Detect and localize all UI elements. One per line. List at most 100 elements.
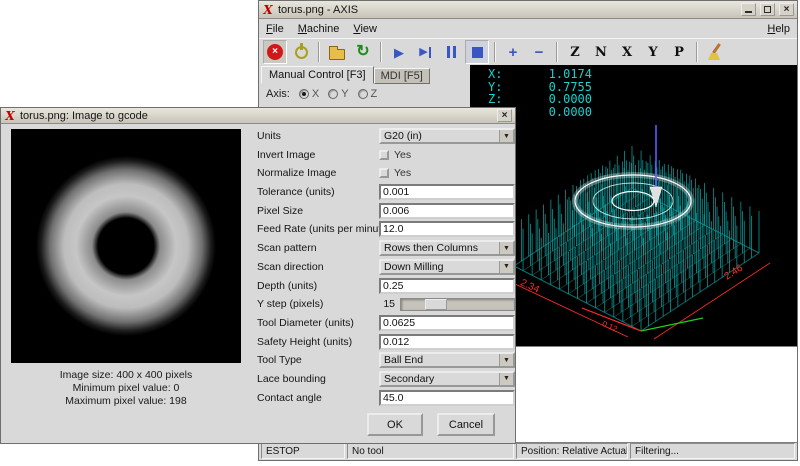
view-z-icon: Z [570,46,580,59]
menu-machine[interactable]: Machine [298,23,340,35]
estop-x-glyph: × [272,47,278,57]
lace-bounding-select[interactable]: Secondary ▼ [379,371,515,387]
zoom-in-button[interactable]: + [501,40,525,64]
field-row-tool-type: Tool Type Ball End ▼ [257,352,515,368]
minus-icon: − [535,45,544,60]
field-label: Lace bounding [257,373,379,385]
menu-help[interactable]: Help [767,23,790,35]
axis-y-label: Y [341,88,348,100]
depth-input[interactable] [379,278,515,294]
image-to-gcode-dialog: X torus.png: Image to gcode × Image size… [0,107,516,444]
pause-button[interactable] [439,40,463,64]
invert-image-checkbox[interactable] [379,150,389,160]
dialog-titlebar[interactable]: X torus.png: Image to gcode × [1,108,515,124]
power-icon [295,46,308,59]
scan-pattern-value: Rows then Columns [384,242,478,254]
field-label: Tool Type [257,354,379,366]
axis-x-label: X [312,88,319,100]
axis-window-title: torus.png - AXIS [278,4,737,16]
field-label: Depth (units) [257,280,379,292]
axis-x-radio[interactable] [299,89,309,99]
pixel-size-input[interactable] [379,203,515,219]
toolbar-separator [318,42,320,62]
reload-button[interactable]: ↻ [351,40,375,64]
axis-z-label: Z [371,88,378,100]
toolbar: × ↻ ▶ ▶ + − Z [259,38,797,65]
gcode-listing[interactable] [470,346,798,443]
preview-3d-view[interactable]: X: 1.0174 Y: 0.7755 Z: 0.0000 0.0000 2.3… [470,65,798,346]
dialog-title: torus.png: Image to gcode [20,110,493,122]
slider-handle[interactable] [425,299,447,310]
reload-icon: ↻ [356,44,369,60]
chevron-down-icon: ▼ [499,261,513,273]
stop-button[interactable] [465,40,489,64]
contact-angle-input[interactable] [379,390,515,406]
dro-4-value: 0.0000 [518,106,592,119]
units-select-value: G20 (in) [384,130,422,142]
chevron-down-icon: ▼ [499,373,513,385]
units-select[interactable]: G20 (in) ▼ [379,128,515,144]
ok-button[interactable]: OK [367,413,423,436]
tolerance-input[interactable] [379,184,515,200]
view-p-button[interactable]: P [667,40,691,64]
clear-plot-button[interactable] [703,40,727,64]
plus-icon: + [509,45,518,60]
zoom-out-button[interactable]: − [527,40,551,64]
cancel-button[interactable]: Cancel [437,413,495,436]
menu-file[interactable]: File [266,23,284,35]
scan-direction-select[interactable]: Down Milling ▼ [379,259,515,275]
field-row-units: Units G20 (in) ▼ [257,128,515,144]
view-z-button[interactable]: Z [563,40,587,64]
view-y-button[interactable]: Y [641,40,665,64]
feed-rate-input[interactable] [379,221,515,237]
toolbar-separator [494,42,496,62]
axis-titlebar[interactable]: X torus.png - AXIS × [259,1,797,19]
menubar: File Machine View Help [259,19,797,38]
source-image-preview [11,129,241,363]
notebook-tabs: Manual Control [F3] MDI [F5] [261,65,430,84]
axis-z-radio[interactable] [358,89,368,99]
stop-icon [472,47,483,58]
dialog-close-button[interactable]: × [497,109,512,122]
dro-z-label: Z: [488,93,518,106]
pause-icon [447,46,456,58]
close-button[interactable]: × [779,3,794,16]
tab-manual-control[interactable]: Manual Control [F3] [261,66,374,84]
play-icon: ▶ [394,46,404,59]
field-row-contact-angle: Contact angle [257,390,515,406]
tool-diameter-input[interactable] [379,315,515,331]
min-pixel-text: Minimum pixel value: 0 [11,382,241,395]
y-step-slider[interactable] [400,298,515,311]
view-z2-button[interactable]: N [589,40,613,64]
dro-row: X: 1.0174 [488,68,592,81]
field-label: Invert Image [257,149,379,161]
dro-x-label: X: [488,68,518,81]
menu-view[interactable]: View [353,23,377,35]
tab-mdi[interactable]: MDI [F5] [374,68,430,84]
minimize-button[interactable] [741,3,756,16]
axis-y-radio[interactable] [328,89,338,99]
run-button[interactable]: ▶ [387,40,411,64]
scan-pattern-select[interactable]: Rows then Columns ▼ [379,240,515,256]
step-button[interactable]: ▶ [413,40,437,64]
field-label: Tolerance (units) [257,186,379,198]
machine-power-button[interactable] [289,40,313,64]
field-label: Feed Rate (units per minute) [257,223,379,235]
tool-type-select[interactable]: Ball End ▼ [379,352,515,368]
field-label: Y step (pixels) [257,298,379,310]
estop-button[interactable]: × [263,40,287,64]
field-row-feed-rate: Feed Rate (units per minute) [257,221,515,237]
maximize-button[interactable] [760,3,775,16]
normalize-image-checkbox[interactable] [379,168,389,178]
view-x-button[interactable]: X [615,40,639,64]
open-file-button[interactable] [325,40,349,64]
field-label: Pixel Size [257,205,379,217]
dro-z-value: 0.0000 [518,93,592,106]
safety-height-input[interactable] [379,334,515,350]
view-p-icon: P [674,46,684,59]
view-y-icon: Y [648,46,657,59]
status-position-mode: Position: Relative Actual [516,443,628,459]
gcode-options-form: Units G20 (in) ▼ Invert Image Yes Normal… [257,128,515,408]
field-row-depth: Depth (units) [257,278,515,294]
field-row-lace-bounding: Lace bounding Secondary ▼ [257,371,515,387]
